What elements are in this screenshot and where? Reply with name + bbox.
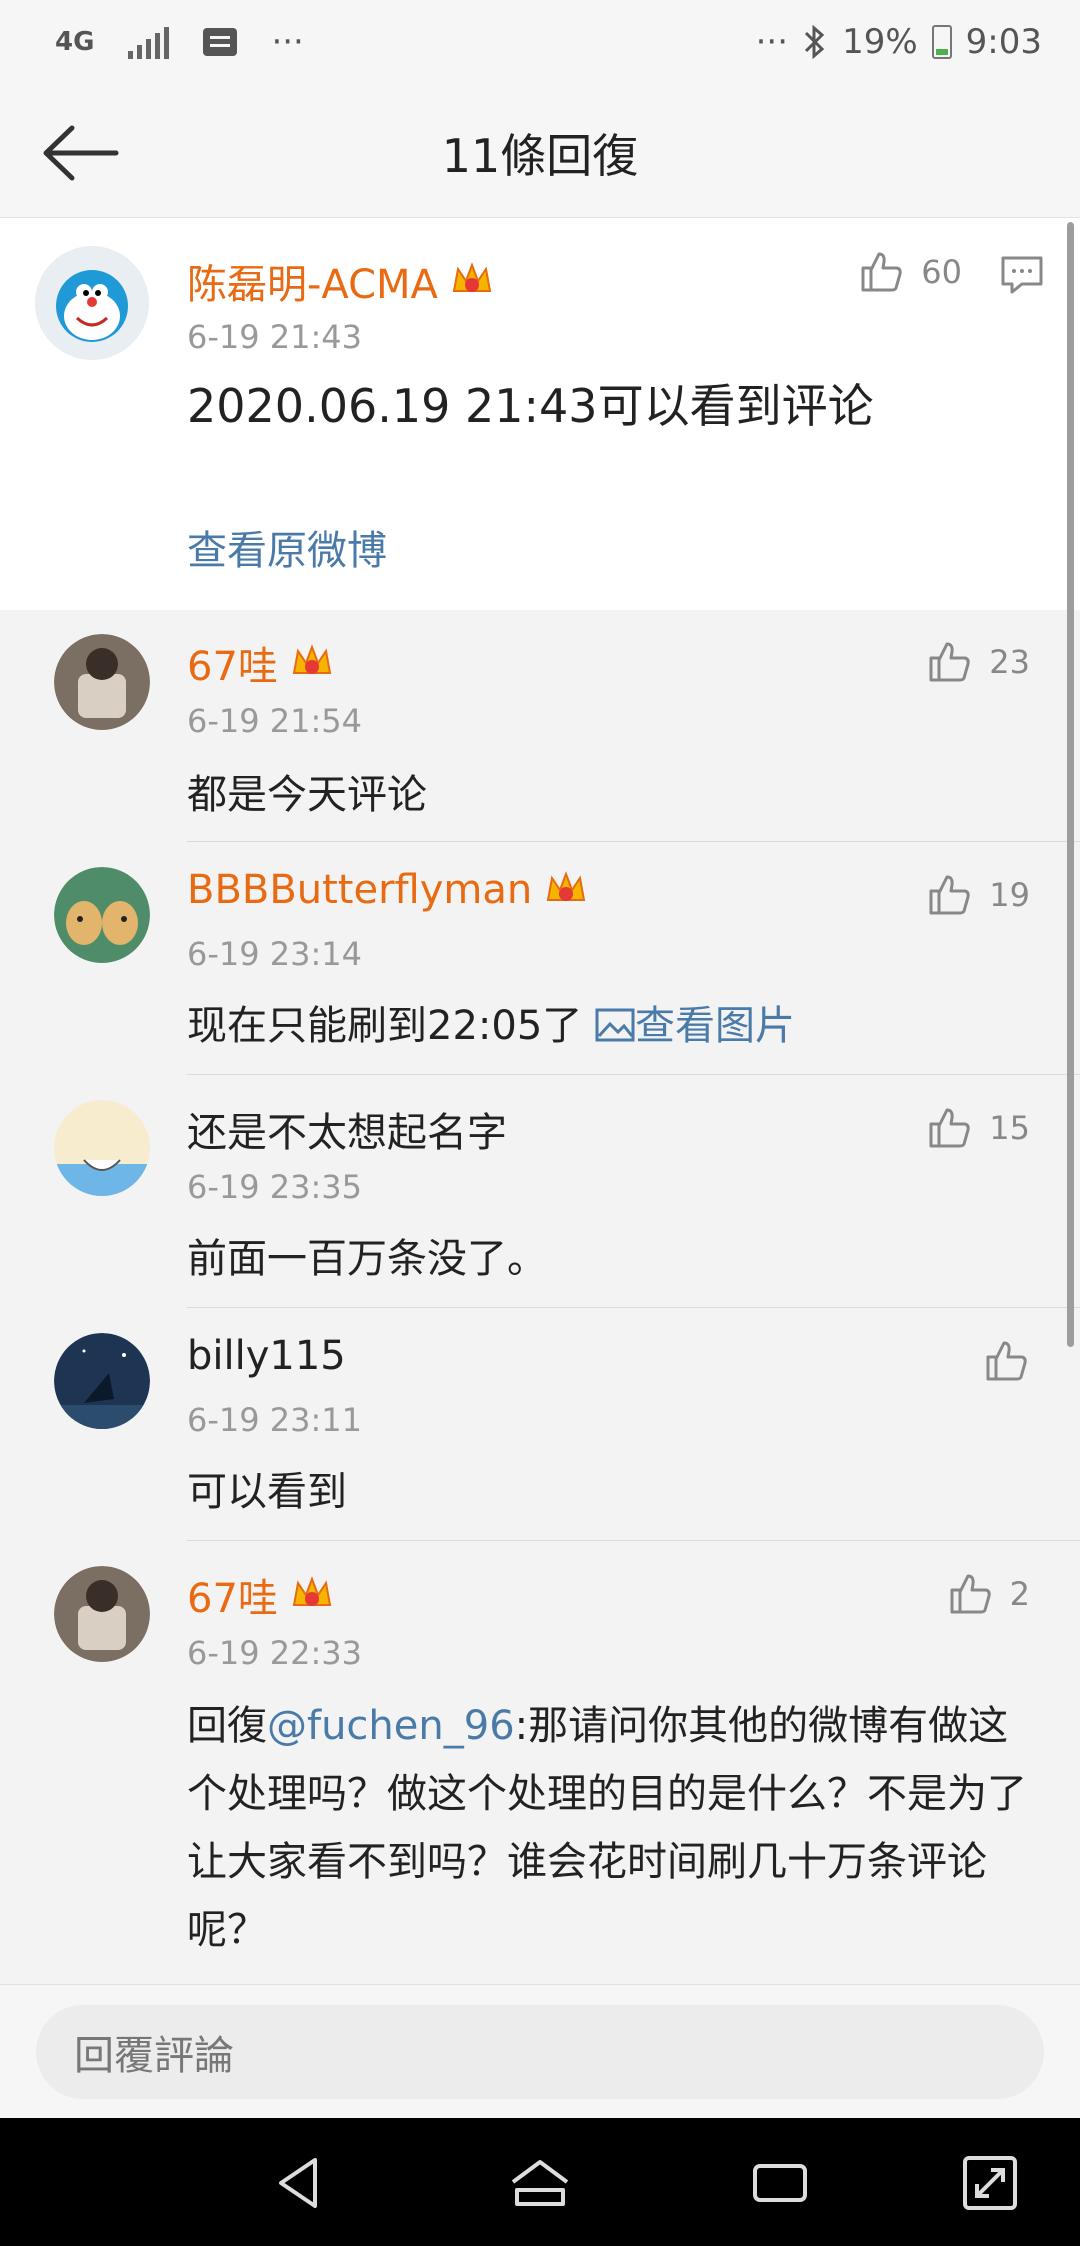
reply-author[interactable]: 67哇 <box>187 634 278 692</box>
vip-crown-icon <box>452 262 492 292</box>
like-button[interactable]: 2 <box>946 1570 1030 1618</box>
reply-comment-input[interactable]: 回覆評論 <box>36 2005 1044 2099</box>
battery-icon <box>931 25 952 59</box>
reply-time: 6-19 23:14 <box>187 935 363 973</box>
reply-time: 6-19 23:35 <box>187 1168 363 1206</box>
reply-prefix: 回復 <box>187 1703 267 1749</box>
list-item: billy115 6-19 23:11 可以看到 <box>0 1309 1080 1541</box>
comment-author[interactable]: 陈磊明-ACMA <box>187 252 438 310</box>
header: 11條回復 <box>0 90 1080 218</box>
reply-text-container: 回復@fuchen_96:那请问你其他的微博有做这个处理吗？做这个处理的目的是什… <box>187 1692 1035 1964</box>
more-notifications-icon: ··· <box>271 22 304 62</box>
reply-author[interactable]: 还是不太想起名字 <box>187 1100 507 1158</box>
recents-icon <box>753 2164 807 2202</box>
signal-icon <box>128 25 170 59</box>
view-original-weibo-link[interactable]: 查看原微博 <box>187 518 387 576</box>
reply-author[interactable]: 67哇 <box>187 1566 278 1624</box>
divider <box>187 1307 1080 1308</box>
list-item: 67哇 6-19 21:54 23 都是今天评论 <box>0 610 1080 842</box>
view-image-link[interactable]: 查看图片 <box>595 1003 795 1049</box>
reply-bar: 回覆評論 <box>0 1984 1080 2119</box>
comment-text: 2020.06.19 21:43可以看到评论 <box>187 379 874 433</box>
avatar[interactable] <box>54 867 150 963</box>
thumbs-up-icon <box>929 1108 970 1148</box>
like-count: 19 <box>989 876 1030 914</box>
vip-crown-icon <box>547 871 586 901</box>
like-button[interactable] <box>982 1337 1030 1385</box>
network-indicator: 4G <box>55 27 95 57</box>
list-item: 还是不太想起名字 6-19 23:35 15 前面一百万条没了。 <box>0 1076 1080 1308</box>
like-count: 2 <box>1009 1575 1030 1613</box>
divider <box>187 1074 1080 1075</box>
reply-text: 前面一百万条没了。 <box>187 1236 547 1282</box>
avatar[interactable] <box>35 246 149 360</box>
bluetooth-icon <box>805 24 825 60</box>
comment-bubble-icon <box>1001 256 1043 294</box>
status-bar: 4G ··· ··· 19% 9:03 <box>0 0 1080 90</box>
avatar[interactable] <box>54 1100 150 1196</box>
comment-button[interactable] <box>1000 254 1044 300</box>
recents-nav-button[interactable] <box>745 2148 815 2218</box>
list-item: 67哇 6-19 22:33 2 回復@fuchen_96:那请问你其他的微博有… <box>0 1542 1080 1984</box>
thumbs-up-icon <box>929 875 970 915</box>
view-image-label: 查看图片 <box>635 1003 795 1049</box>
reply-text: 都是今天评论 <box>187 772 427 818</box>
page-title: 11條回復 <box>441 129 639 183</box>
list-item: BBBButterflyman 6-19 23:14 19 现在只能刷到22:0… <box>0 843 1080 1075</box>
like-button[interactable]: 19 <box>925 871 1030 919</box>
scrollbar[interactable] <box>1067 222 1074 1347</box>
clock: 9:03 <box>965 22 1042 62</box>
home-icon <box>511 2160 569 2206</box>
reply-text: 可以看到 <box>187 1469 347 1515</box>
thumbs-up-icon <box>929 642 970 682</box>
divider <box>187 841 1080 842</box>
reply-list: 67哇 6-19 21:54 23 都是今天评论 BBBButterflyman… <box>0 222 1080 1984</box>
reply-text: 现在只能刷到22:05了 <box>187 1003 595 1049</box>
reply-time: 6-19 21:54 <box>187 702 363 740</box>
like-button[interactable]: 23 <box>925 638 1030 686</box>
thumbs-up-icon <box>950 1574 991 1614</box>
reply-author[interactable]: billy115 <box>187 1333 346 1379</box>
expand-nav-button[interactable] <box>955 2148 1025 2218</box>
reply-author[interactable]: BBBButterflyman <box>187 867 532 913</box>
like-button[interactable]: 15 <box>925 1104 1030 1152</box>
more-status-icon: ··· <box>755 22 789 62</box>
like-count: 15 <box>989 1109 1030 1147</box>
reply-time: 6-19 22:33 <box>187 1634 363 1672</box>
thumbs-up-icon <box>861 252 902 292</box>
avatar[interactable] <box>54 1566 150 1662</box>
navigation-bar <box>0 2118 1080 2246</box>
expand-icon <box>963 2156 1017 2210</box>
image-icon <box>595 1008 635 1042</box>
reply-text-container: 现在只能刷到22:05了 查看图片 <box>187 993 795 1051</box>
like-count: 23 <box>989 643 1030 681</box>
home-nav-button[interactable] <box>505 2148 575 2218</box>
message-notification-icon <box>203 28 238 56</box>
vip-crown-icon <box>292 1576 332 1606</box>
original-comment: 陈磊明-ACMA 6-19 21:43 60 2020.06.19 21:43可… <box>0 218 1080 610</box>
avatar[interactable] <box>54 1333 150 1429</box>
reply-input-placeholder: 回覆評論 <box>74 2034 234 2078</box>
reply-time: 6-19 23:11 <box>187 1401 363 1439</box>
mention-link[interactable]: @fuchen_96 <box>267 1703 515 1749</box>
like-button[interactable]: 60 <box>857 248 962 296</box>
avatar[interactable] <box>54 634 150 730</box>
back-nav-button[interactable] <box>265 2148 335 2218</box>
triangle-back-icon <box>279 2158 317 2208</box>
battery-percent: 19% <box>842 22 918 62</box>
thumbs-up-icon <box>986 1341 1027 1381</box>
vip-crown-icon <box>292 644 332 674</box>
like-count: 60 <box>921 253 962 291</box>
comment-time: 6-19 21:43 <box>187 318 363 356</box>
divider <box>187 1540 1080 1541</box>
